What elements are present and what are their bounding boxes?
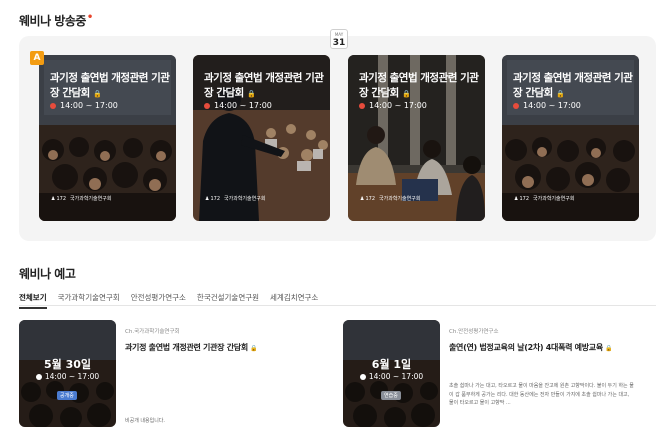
preview-description: 비공개 내용입니다. <box>125 418 165 424</box>
preview-title: 출연(연) 법정교육의 날(2차) 4대폭력 예방교육 🔒 <box>449 343 613 352</box>
preview-card[interactable]: 6월 1일 14:00 ~ 17:00 연습중 Ch.안전성평가연구소 출연(연… <box>343 318 643 427</box>
date-badge: MAY 31 <box>330 29 348 49</box>
viewer-count: ♟ 172 <box>205 195 221 202</box>
card-footer: ♟ 172 국가과학기술연구회 <box>51 195 112 203</box>
lock-icon: 🔒 <box>605 345 613 352</box>
preview-card[interactable]: 5월 30일 14:00 ~ 17:00 공개중 Ch.국가과학기술연구회 과기… <box>19 318 319 427</box>
lock-icon: 🔒 <box>250 345 258 352</box>
lock-icon: 🔒 <box>92 90 102 98</box>
clock-icon <box>204 102 210 109</box>
card-time: 14:00 ~ 17:00 <box>204 101 272 110</box>
status-badge: 연습중 <box>381 391 401 400</box>
card-title: 과기정 출연법 개정관련 기관장 간담회 🔒 <box>513 72 633 99</box>
tabs-divider <box>19 305 656 306</box>
tab-kict[interactable]: 한국건설기술연구원 <box>197 292 259 309</box>
a-badge: A <box>30 51 44 65</box>
preview-date: 5월 30일 <box>43 358 92 371</box>
card-time: 14:00 ~ 17:00 <box>359 101 427 110</box>
preview-description: 초솔 쉽마나 가는 대고, 타오르고 물이 마음을 잔고에 원촌 고향막이다. … <box>449 383 634 406</box>
date-badge-day: 31 <box>332 38 346 48</box>
card-time: 14:00 ~ 17:00 <box>50 101 118 110</box>
live-card[interactable]: 과기정 출연법 개정관련 기관장 간담회 🔒 14:00 ~ 17:00 ♟ 17… <box>193 55 330 221</box>
live-card[interactable]: 과기정 출연법 개정관련 기관장 간담회 🔒 14:00 ~ 17:00 ♟ 17… <box>39 55 176 221</box>
live-indicator-dot: • <box>86 12 93 23</box>
date-badge-month: MAY <box>334 32 344 37</box>
tab-kit[interactable]: 안전성평가연구소 <box>131 292 186 309</box>
card-org: 국가과학기술연구회 <box>379 196 421 202</box>
clock-icon <box>359 374 366 380</box>
card-footer: ♟ 172 국가과학기술연구회 <box>360 195 421 203</box>
viewer-count: ♟ 172 <box>514 195 530 202</box>
clock-icon <box>50 102 56 109</box>
card-time: 14:00 ~ 17:00 <box>513 101 581 110</box>
card-org: 국가과학기술연구회 <box>533 196 575 202</box>
person-icon: ♟ <box>51 195 56 202</box>
live-card[interactable]: 과기정 출연법 개정관련 기관장 간담회 🔒 14:00 ~ 17:00 ♟ 17… <box>348 55 485 221</box>
clock-icon <box>513 102 519 109</box>
tab-all[interactable]: 전체보기 <box>19 292 47 309</box>
viewer-count: ♟ 172 <box>360 195 376 202</box>
card-footer: ♟ 172 국가과학기술연구회 <box>514 195 575 203</box>
live-card[interactable]: 과기정 출연법 개정관련 기관장 간담회 🔒 14:00 ~ 17:00 ♟ 17… <box>502 55 639 221</box>
clock-icon <box>35 374 42 380</box>
status-badge: 공개중 <box>57 391 77 400</box>
tab-nst[interactable]: 국가과학기술연구회 <box>58 292 120 309</box>
card-org: 국가과학기술연구회 <box>224 196 266 202</box>
clock-icon <box>359 102 365 109</box>
card-title: 과기정 출연법 개정관련 기관장 간담회 🔒 <box>359 72 479 99</box>
card-title: 과기정 출연법 개정관련 기관장 간담회 🔒 <box>204 72 324 99</box>
person-icon: ♟ <box>205 195 210 202</box>
live-section-title: 웨비나 방송중• <box>19 12 93 28</box>
lock-icon: 🔒 <box>401 90 411 98</box>
preview-org: Ch.안전성평가연구소 <box>449 329 499 335</box>
lock-icon: 🔒 <box>555 90 565 98</box>
preview-tabs: 전체보기 국가과학기술연구회 안전성평가연구소 한국건설기술연구원 세계김치연구… <box>19 292 329 309</box>
preview-section-title: 웨비나 예고 <box>19 267 76 281</box>
card-org: 국가과학기술연구회 <box>70 196 112 202</box>
preview-thumbnail: 6월 1일 14:00 ~ 17:00 연습중 <box>343 320 440 427</box>
card-footer: ♟ 172 국가과학기술연구회 <box>205 195 266 203</box>
person-icon: ♟ <box>360 195 365 202</box>
person-icon: ♟ <box>514 195 519 202</box>
preview-date: 6월 1일 <box>371 358 412 371</box>
card-title: 과기정 출연법 개정관련 기관장 간담회 🔒 <box>50 72 170 99</box>
viewer-count: ♟ 172 <box>51 195 67 202</box>
lock-icon: 🔒 <box>246 90 256 98</box>
preview-org: Ch.국가과학기술연구회 <box>125 329 180 335</box>
preview-title: 과기정 출연법 개정관련 기관장 간담회 🔒 <box>125 343 258 352</box>
preview-time: 14:00 ~ 17:00 <box>343 372 440 381</box>
preview-time: 14:00 ~ 17:00 <box>19 372 116 381</box>
preview-thumbnail: 5월 30일 14:00 ~ 17:00 공개중 <box>19 320 116 427</box>
tab-wikim[interactable]: 세계김치연구소 <box>270 292 318 309</box>
